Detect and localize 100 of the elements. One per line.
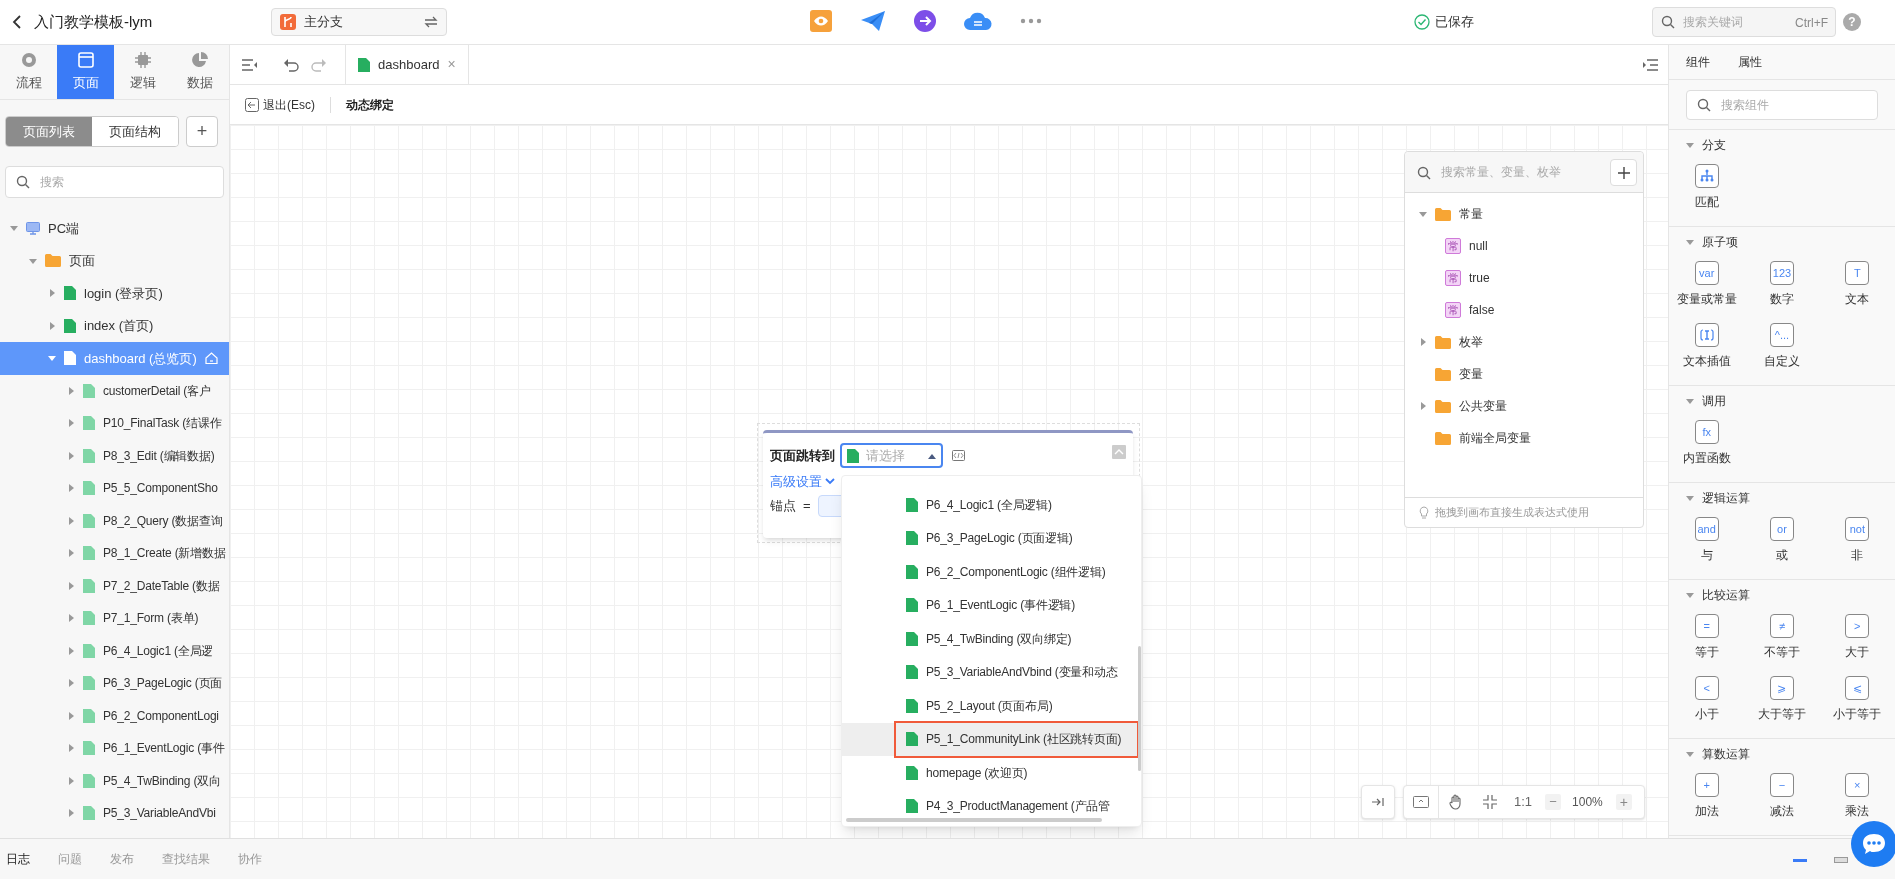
caret-down-icon[interactable] (1686, 591, 1694, 599)
caret-right-icon[interactable] (67, 744, 75, 753)
nav-tab[interactable]: 流程 (0, 45, 57, 99)
caret-down-icon[interactable] (29, 256, 37, 265)
caret-right-icon[interactable] (1419, 338, 1427, 346)
exit-button[interactable]: 退出(Esc) (245, 95, 315, 114)
tree-item[interactable]: P8_1_Create (新增数据 (0, 537, 229, 570)
code-icon[interactable] (952, 450, 965, 461)
caret-right-icon[interactable] (1419, 402, 1427, 410)
tree-item[interactable]: P8_2_Query (数据查询 (0, 504, 229, 537)
tree-item[interactable]: P10_FinalTask (结课作 (0, 407, 229, 440)
tree-item[interactable]: PC端 (0, 212, 229, 245)
search-field[interactable]: 搜索常量、变量、枚举 (1405, 152, 1643, 193)
tree-item[interactable]: P5_4_TwBinding (双向 (0, 764, 229, 797)
caret-right-icon[interactable] (67, 809, 75, 818)
tree-item[interactable]: P8_3_Edit (编辑数据) (0, 439, 229, 472)
caret-down-icon[interactable] (1686, 141, 1694, 149)
expand-panel-icon[interactable] (1642, 58, 1658, 71)
actual-size-button[interactable]: 1:1 (1514, 792, 1533, 812)
caret-right-icon[interactable] (67, 484, 75, 493)
cloud-icon[interactable] (964, 11, 992, 31)
caret-right-icon[interactable] (67, 614, 75, 623)
dropdown-option[interactable]: P6_1_EventLogic (事件逻辑) (842, 588, 1141, 622)
caret-right-icon[interactable] (67, 419, 75, 428)
page-select[interactable]: 请选择 (840, 443, 943, 468)
tree-item[interactable]: 前端全局变量 (1405, 422, 1643, 454)
component-icon[interactable]: or (1770, 517, 1794, 541)
component-icon[interactable]: 123 (1770, 261, 1794, 285)
collapse-button[interactable] (1361, 785, 1395, 819)
component-icon[interactable]: and (1694, 517, 1719, 541)
collapse-icon[interactable] (1112, 445, 1126, 459)
caret-right-icon[interactable] (67, 549, 75, 558)
caret-right-icon[interactable] (67, 386, 75, 395)
tree-item[interactable]: P6_2_ComponentLogi (0, 699, 229, 732)
bottom-tab[interactable]: 日志 (6, 850, 30, 868)
dropdown-option[interactable]: P5_4_TwBinding (双向绑定) (842, 622, 1141, 656)
caret-right-icon[interactable] (67, 451, 75, 460)
tree-item[interactable]: 枚举 (1405, 326, 1643, 358)
component-icon[interactable]: var (1694, 261, 1719, 285)
caret-right-icon[interactable] (67, 516, 75, 525)
nav-tab[interactable]: 数据 (171, 45, 228, 99)
caret-right-icon[interactable] (67, 581, 75, 590)
section-header[interactable]: 算数运算 (1669, 739, 1895, 769)
nav-tab[interactable]: 逻辑 (114, 45, 171, 99)
dropdown-option[interactable]: homepage (欢迎页) (842, 756, 1141, 790)
restore-icon[interactable] (1834, 857, 1848, 863)
caret-right-icon[interactable] (48, 289, 56, 298)
dropdown-option[interactable]: P4_3_ProductManagement (产品管 (842, 789, 1141, 823)
undo-icon[interactable] (283, 57, 299, 72)
tree-item[interactable]: 常量 (1405, 198, 1643, 230)
chat-icon[interactable] (1851, 821, 1895, 867)
editor-tab[interactable]: dashboard × (345, 45, 469, 84)
tree-item[interactable]: 页面 (0, 244, 229, 277)
tree-item[interactable]: 常 true (1405, 262, 1643, 294)
view-tab[interactable]: 页面结构 (92, 117, 178, 146)
panel-tab[interactable]: 属性 (1738, 53, 1762, 71)
component-icon[interactable]: not (1845, 517, 1870, 541)
tree-item[interactable]: P7_2_DateTable (数据 (0, 569, 229, 602)
add-button[interactable] (1610, 159, 1637, 186)
caret-right-icon[interactable] (67, 679, 75, 688)
fit-screen-icon[interactable] (1483, 795, 1497, 809)
redo-icon[interactable] (311, 57, 327, 72)
component-icon[interactable]: + (1694, 773, 1719, 797)
component-icon[interactable]: T (1845, 261, 1870, 285)
dropdown-option[interactable]: P5_1_CommunityLink (社区跳转页面) (842, 722, 1141, 756)
component-icon[interactable]: fx (1694, 420, 1719, 444)
caret-right-icon[interactable] (48, 321, 56, 330)
tree-item[interactable]: P5_3_VariableAndVbi (0, 797, 229, 830)
dropdown-option[interactable]: P6_2_ComponentLogic (组件逻辑) (842, 555, 1141, 589)
collapse-panel-icon[interactable] (242, 58, 258, 71)
caret-down-icon[interactable] (1686, 750, 1694, 758)
back-icon[interactable] (12, 15, 22, 29)
tree-item[interactable]: index (首页) (0, 309, 229, 342)
nav-tab[interactable]: 页面 (57, 45, 114, 99)
tree-item[interactable]: 变量 (1405, 358, 1643, 390)
tree-item[interactable]: login (登录页) (0, 277, 229, 310)
component-icon[interactable]: < (1694, 676, 1719, 700)
tree-item[interactable]: P7_1_Form (表单) (0, 602, 229, 635)
search-field[interactable]: 搜索组件 (1686, 90, 1878, 120)
section-header[interactable]: 原子项 (1669, 227, 1895, 257)
component-icon[interactable] (1694, 323, 1719, 347)
caret-down-icon[interactable] (1686, 238, 1694, 246)
component-icon[interactable]: ⩾ (1770, 676, 1794, 700)
component-icon[interactable]: − (1770, 773, 1794, 797)
component-icon[interactable]: ≠ (1770, 614, 1794, 638)
caret-right-icon[interactable] (67, 646, 75, 655)
section-header[interactable]: 调用 (1669, 386, 1895, 416)
dropdown-option[interactable]: P5_3_VariableAndVbind (变量和动态 (842, 655, 1141, 689)
tree-item[interactable]: P6_3_PageLogic (页面 (0, 667, 229, 700)
tree-item[interactable]: 公共变量 (1405, 390, 1643, 422)
caret-down-icon[interactable] (1686, 494, 1694, 502)
tree-item[interactable]: P6_4_Logic1 (全局逻 (0, 634, 229, 667)
component-icon[interactable]: = (1694, 614, 1719, 638)
tree-item[interactable]: P5_5_ComponentSho (0, 472, 229, 505)
arrow-circle-icon[interactable] (914, 10, 936, 32)
tree-item[interactable]: P6_1_EventLogic (事件 (0, 732, 229, 765)
search-field[interactable]: 搜索 (5, 166, 224, 198)
hand-icon[interactable] (1449, 794, 1463, 810)
eye-icon[interactable] (810, 10, 832, 32)
component-icon[interactable] (1694, 164, 1719, 188)
